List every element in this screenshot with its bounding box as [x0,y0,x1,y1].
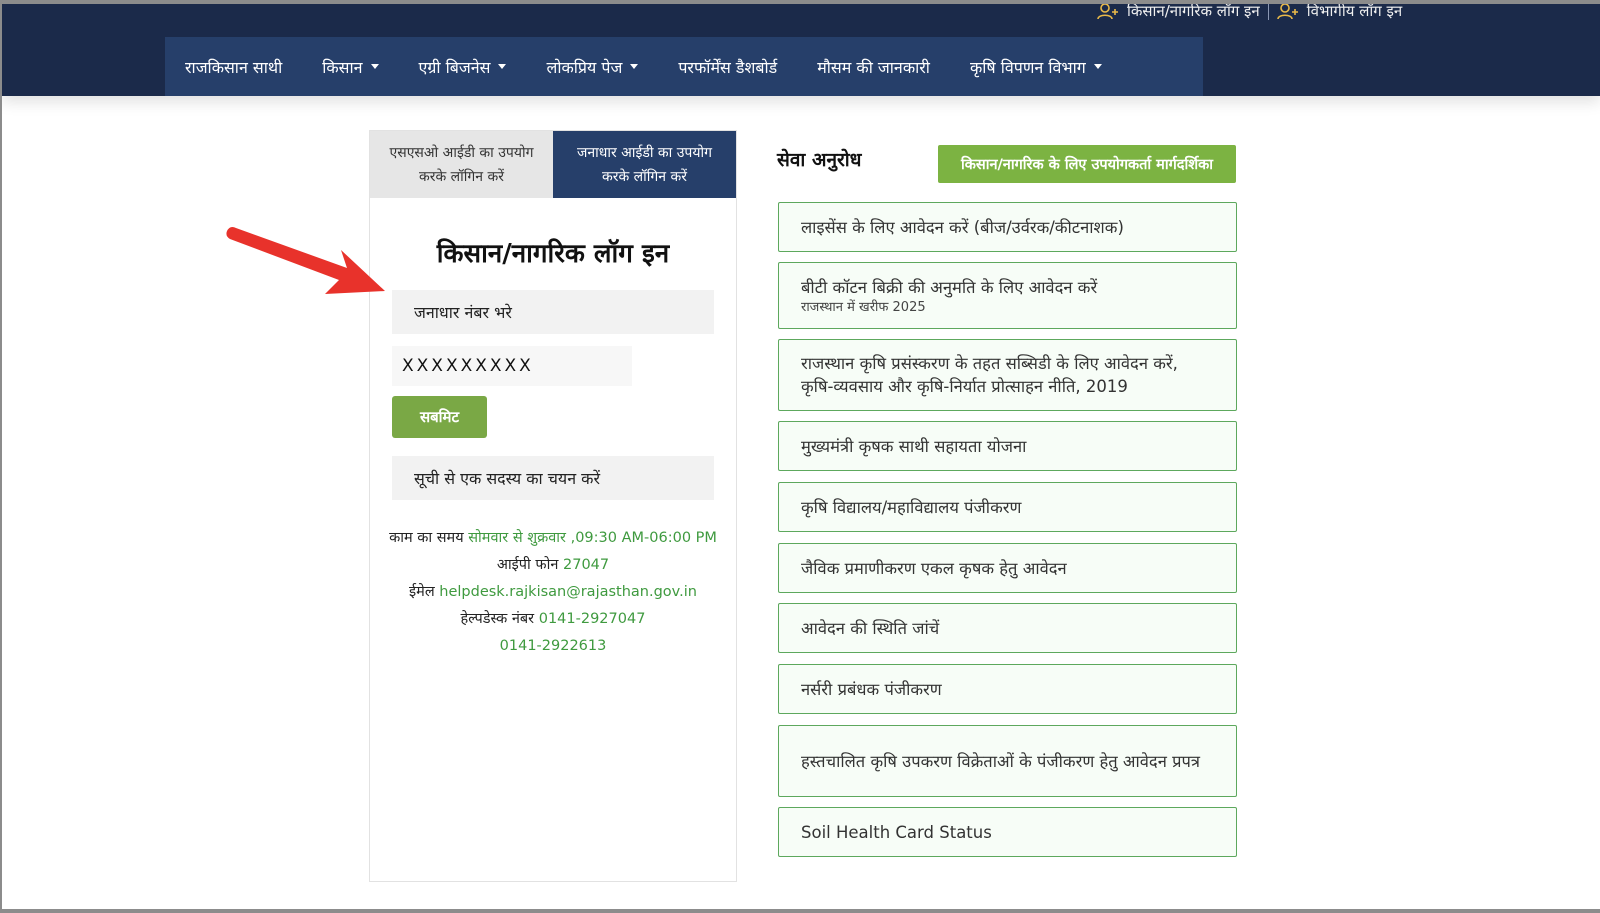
helpdesk-label: हेल्पडेस्क नंबर [460,611,535,627]
top-links-divider [1267,4,1269,20]
nav-item-agri-marketing[interactable]: कृषि विपणन विभाग [950,37,1122,96]
page-frame: किसान/नागरिक लॉग इन विभागीय लॉग इन राजकि… [2,4,1600,909]
caret-down-icon [1093,64,1102,69]
nav-label: कृषि विपणन विभाग [969,57,1086,77]
work-time-label: काम का समय [389,530,464,546]
login-panel: एसएसओ आईडी का उपयोग करके लॉगिन करें जनाध… [369,130,737,882]
service-item-sublabel: राजस्थान में खरीफ 2025 [801,299,926,315]
email-row: ईमेल helpdesk.rajkisan@rajasthan.gov.in [370,579,736,606]
caret-down-icon [370,64,379,69]
ip-phone-value: 27047 [563,557,610,573]
service-item-equipment-dealers[interactable]: हस्तचालित कृषि उपकरण विक्रेताओं के पंजीक… [778,725,1237,797]
service-item-organic-certification[interactable]: जैविक प्रमाणीकरण एकल कृषक हेतु आवेदन [778,543,1237,593]
nav-label: किसान [322,57,363,77]
site-header: किसान/नागरिक लॉग इन विभागीय लॉग इन राजकि… [2,4,1600,96]
department-login-label: विभागीय लॉग इन [1306,4,1403,20]
login-title: किसान/नागरिक लॉग इन [436,239,670,269]
top-links: किसान/नागरिक लॉग इन विभागीय लॉग इन [1097,4,1402,22]
citizen-login-label: किसान/नागरिक लॉग इन [1127,4,1260,20]
service-item-label: Soil Health Card Status [801,822,992,842]
service-item-college-registration[interactable]: कृषि विद्यालय/महाविद्यालय पंजीकरण [778,482,1237,532]
ip-phone-label: आईपी फोन [496,557,559,573]
nav-label: परफॉर्मेंस डैशबोर्ड [678,57,778,77]
service-item-label: मुख्यमंत्री कृषक साथी सहायता योजना [801,436,1027,456]
department-login-link[interactable]: विभागीय लॉग इन [1276,4,1403,21]
nav-item-rajkisan-saathi[interactable]: राजकिसान साथी [165,37,302,96]
user-icon [1276,4,1298,20]
service-item-label: आवेदन की स्थिति जांचें [801,618,940,638]
service-item-label: लाइसेंस के लिए आवेदन करें (बीज/उर्वरक/की… [801,217,1124,237]
nav-label: राजकिसान साथी [185,57,283,77]
ip-phone-row: आईपी फोन 27047 [370,552,736,579]
service-item-license[interactable]: लाइसेंस के लिए आवेदन करें (बीज/उर्वरक/की… [778,202,1237,252]
service-item-soil-health-card[interactable]: Soil Health Card Status [778,807,1237,857]
janadhar-number-field[interactable]: जनाधार नंबर भरे [392,290,714,334]
contact-info: काम का समय सोमवार से शुक्रवार ,09:30 AM-… [370,525,736,660]
service-item-krishak-saathi[interactable]: मुख्यमंत्री कृषक साथी सहायता योजना [778,421,1237,471]
user-guide-button[interactable]: किसान/नागरिक के लिए उपयोगकर्ता मार्गदर्श… [938,145,1236,183]
nav-item-kisan[interactable]: किसान [302,37,398,96]
nav-label: लोकप्रिय पेज [546,57,623,77]
caret-down-icon [630,64,639,69]
work-time-row: काम का समय सोमवार से शुक्रवार ,09:30 AM-… [370,525,736,552]
nav-item-popular-pages[interactable]: लोकप्रिय पेज [526,37,658,96]
nav-item-agri-business[interactable]: एग्री बिजनेस [399,37,527,96]
service-heading: सेवा अनुरोध [777,149,862,171]
helpdesk-number-2: 0141-2922613 [499,638,607,654]
caret-down-icon [498,64,507,69]
janadhar-input[interactable]: XXXXXXXXX [392,346,632,386]
service-item-application-status[interactable]: आवेदन की स्थिति जांचें [778,603,1237,653]
service-item-processing-subsidy[interactable]: राजस्थान कृषि प्रसंस्करण के तहत सब्सिडी … [778,339,1237,411]
annotation-arrow-icon [226,227,385,294]
helpdesk-row-2: 0141-2922613 [370,633,736,660]
helpdesk-number-1: 0141-2927047 [538,611,646,627]
member-select[interactable]: सूची से एक सदस्य का चयन करें [392,456,714,500]
tab-sso-login[interactable]: एसएसओ आईडी का उपयोग करके लॉगिन करें [370,131,553,198]
nav-item-performance-dashboard[interactable]: परफॉर्मेंस डैशबोर्ड [658,37,797,96]
work-time-value: सोमवार से शुक्रवार ,09:30 AM-06:00 PM [468,530,717,546]
service-item-label: बीटी कॉटन बिक्री की अनुमति के लिए आवेदन … [801,277,1098,297]
service-item-label: जैविक प्रमाणीकरण एकल कृषक हेतु आवेदन [801,558,1067,578]
nav-label: एग्री बिजनेस [418,57,491,77]
service-item-label: कृषि विद्यालय/महाविद्यालय पंजीकरण [801,497,1022,517]
nav-label: मौसम की जानकारी [817,57,930,77]
email-link[interactable]: helpdesk.rajkisan@rajasthan.gov.in [439,584,697,600]
login-tabs: एसएसओ आईडी का उपयोग करके लॉगिन करें जनाध… [370,131,736,198]
citizen-login-link[interactable]: किसान/नागरिक लॉग इन [1097,4,1260,21]
submit-button[interactable]: सबमिट [392,396,487,438]
user-icon [1097,4,1118,20]
nav-item-weather[interactable]: मौसम की जानकारी [797,37,950,96]
service-item-label: नर्सरी प्रबंधक पंजीकरण [801,679,942,699]
helpdesk-row: हेल्पडेस्क नंबर 0141-2927047 [370,606,736,633]
main-nav: राजकिसान साथी किसान एग्री बिजनेस लोकप्रि… [165,37,1203,96]
service-item-bt-cotton[interactable]: बीटी कॉटन बिक्री की अनुमति के लिए आवेदन … [778,262,1237,329]
tab-janadhar-login[interactable]: जनाधार आईडी का उपयोग करके लॉगिन करें [553,131,736,198]
email-label: ईमेल [409,584,435,600]
service-item-label: हस्तचालित कृषि उपकरण विक्रेताओं के पंजीक… [801,751,1200,771]
service-item-nursery-registration[interactable]: नर्सरी प्रबंधक पंजीकरण [778,664,1237,714]
service-item-label: राजस्थान कृषि प्रसंस्करण के तहत सब्सिडी … [801,354,1178,396]
